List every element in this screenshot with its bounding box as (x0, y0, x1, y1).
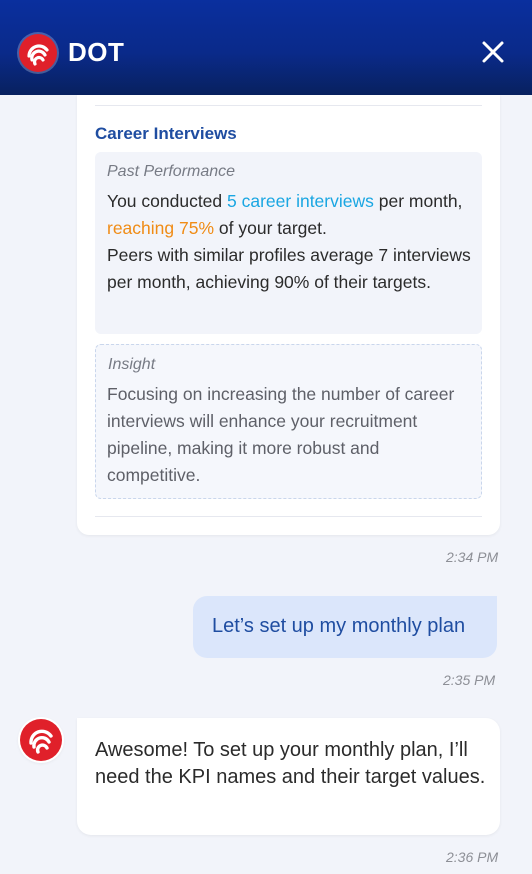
timestamp-card: 2:34 PM (446, 549, 499, 565)
insight-card: Career Interviews Past Performance You c… (77, 95, 500, 535)
peers-text: Peers with similar profiles average 7 in… (107, 245, 471, 292)
perf-text-prefix: You conducted (107, 191, 228, 211)
interviews-highlight: 5 career interviews (227, 191, 374, 211)
user-message-bubble: Let’s set up my monthly plan (193, 596, 497, 658)
perf-text-suffix: of your target. (214, 218, 327, 238)
bot-message-bubble: Awesome! To set up your monthly plan, I’… (77, 718, 500, 835)
dot-logo-icon (19, 34, 57, 72)
insight-box: Insight Focusing on increasing the numbe… (95, 344, 482, 499)
past-performance-box: Past Performance You conducted 5 career … (95, 152, 482, 334)
card-divider-top (95, 105, 482, 106)
past-performance-text: You conducted 5 career interviews per mo… (107, 188, 477, 296)
card-divider-bottom (95, 516, 482, 517)
close-icon (482, 41, 504, 63)
target-highlight: reaching 75% (107, 218, 215, 238)
insight-text: Focusing on increasing the number of car… (107, 384, 455, 485)
app-title: DOT (68, 37, 125, 67)
app-header: DOT (0, 0, 532, 95)
timestamp-user: 2:35 PM (443, 672, 496, 688)
insight-label: Insight (108, 356, 156, 373)
past-performance-label: Past Performance (107, 163, 236, 180)
bot-avatar-icon (20, 719, 62, 761)
perf-text-mid: per month, (373, 191, 463, 211)
timestamp-bot: 2:36 PM (446, 849, 499, 865)
bot-message-text: Awesome! To set up your monthly plan, I’… (95, 739, 486, 788)
close-button[interactable] (477, 36, 509, 68)
section-title: Career Interviews (95, 124, 237, 143)
